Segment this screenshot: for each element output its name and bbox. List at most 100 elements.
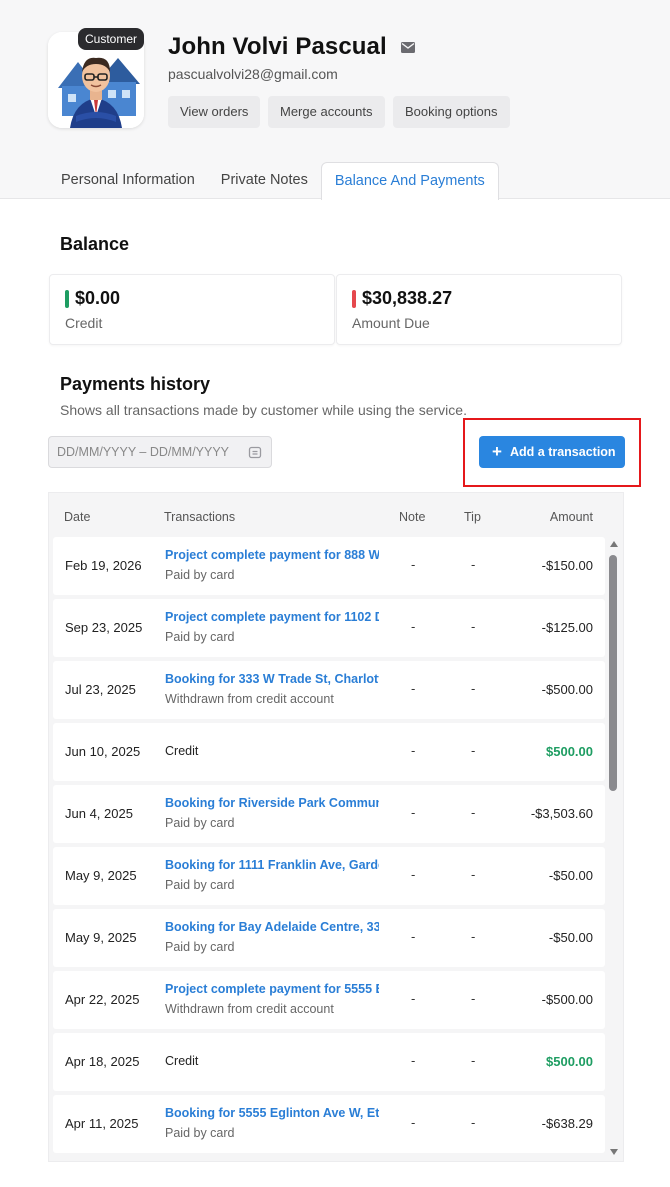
transaction-link[interactable]: Booking for 333 W Trade St, Charlotte	[165, 672, 379, 686]
payments-history-subtitle: Shows all transactions made by customer …	[60, 402, 467, 418]
transaction-method: Paid by card	[165, 630, 235, 644]
column-amount: Amount	[549, 510, 593, 524]
row-amount: -$500.00	[541, 992, 593, 1007]
view-orders-button[interactable]: View orders	[168, 96, 261, 128]
transaction-link[interactable]: Booking for Bay Adelaide Centre, 333	[165, 920, 379, 934]
customer-badge: Customer	[78, 28, 145, 50]
table-row[interactable]: Apr 18, 2025 Credit - - $500.00	[53, 1033, 605, 1091]
row-tip: -	[471, 681, 476, 696]
payments-history-title: Payments history	[60, 374, 211, 394]
row-amount: -$50.00	[548, 868, 593, 883]
date-range-placeholder: DD/MM/YYYY – DD/MM/YYYY	[57, 445, 230, 459]
row-note: -	[411, 743, 416, 758]
credit-label: Credit	[65, 315, 103, 331]
column-date: Date	[64, 510, 91, 524]
tab-private-notes[interactable]: Private Notes	[208, 162, 321, 199]
row-amount: $500.00	[546, 744, 593, 759]
transaction-link[interactable]: Project complete payment for 5555 E	[165, 982, 379, 996]
row-amount: -$3,503.60	[530, 806, 593, 821]
amount-due-card: $30,838.27 Amount Due	[336, 274, 622, 345]
balance-title: Balance	[60, 234, 130, 254]
scroll-up-arrow-icon[interactable]	[610, 541, 618, 547]
row-amount: -$500.00	[541, 682, 593, 697]
date-range-input[interactable]: DD/MM/YYYY – DD/MM/YYYY	[48, 436, 272, 468]
transaction-title: Credit	[165, 1054, 199, 1068]
row-date: May 9, 2025	[65, 930, 137, 945]
table-row[interactable]: Jun 4, 2025 Booking for Riverside Park Co…	[53, 785, 605, 843]
row-amount: -$638.29	[541, 1116, 593, 1131]
transaction-method: Paid by card	[165, 940, 235, 954]
payments-table: Date Transactions Note Tip Amount Feb 19…	[48, 492, 624, 1162]
column-note: Note	[399, 510, 426, 524]
row-note: -	[411, 805, 416, 820]
table-row[interactable]: Feb 19, 2026 Project complete payment for…	[53, 537, 605, 595]
row-tip: -	[471, 805, 476, 820]
row-note: -	[411, 619, 416, 634]
table-scrollbar[interactable]	[607, 537, 619, 1161]
mail-icon[interactable]	[401, 42, 415, 53]
transaction-method: Paid by card	[165, 878, 235, 892]
row-tip: -	[471, 991, 476, 1006]
booking-options-button[interactable]: Booking options	[393, 96, 510, 128]
transaction-link[interactable]: Project complete payment for 888 Wc	[165, 548, 379, 562]
row-tip: -	[471, 1115, 476, 1130]
credit-indicator	[65, 290, 69, 308]
table-row[interactable]: May 9, 2025 Booking for 1111 Franklin Ave…	[53, 847, 605, 905]
profile-header: Customer John Volvi Pascual pascualvolvi…	[0, 0, 670, 200]
scroll-thumb[interactable]	[609, 555, 617, 791]
table-row[interactable]: Jun 10, 2025 Credit - - $500.00	[53, 723, 605, 781]
row-amount: -$125.00	[541, 620, 593, 635]
row-date: May 9, 2025	[65, 868, 137, 883]
table-row[interactable]: Jul 23, 2025 Booking for 333 W Trade St, …	[53, 661, 605, 719]
table-row[interactable]: Apr 11, 2025 Booking for 5555 Eglinton Av…	[53, 1095, 605, 1153]
row-tip: -	[471, 619, 476, 634]
transaction-title: Credit	[165, 744, 199, 758]
row-tip: -	[471, 557, 476, 572]
row-tip: -	[471, 1053, 476, 1068]
row-note: -	[411, 1053, 416, 1068]
row-tip: -	[471, 867, 476, 882]
customer-name: John Volvi Pascual	[168, 33, 387, 60]
row-date: Apr 11, 2025	[65, 1116, 139, 1131]
customer-email: pascualvolvi28@gmail.com	[168, 66, 338, 82]
transaction-method: Paid by card	[165, 816, 235, 830]
row-amount: -$150.00	[541, 558, 593, 573]
transaction-method: Paid by card	[165, 568, 235, 582]
row-date: Apr 18, 2025	[65, 1054, 140, 1069]
row-note: -	[411, 557, 416, 572]
transaction-link[interactable]: Booking for Riverside Park Communit	[165, 796, 379, 810]
table-row[interactable]: Sep 23, 2025 Project complete payment for…	[53, 599, 605, 657]
table-row[interactable]: May 9, 2025 Booking for Bay Adelaide Cent…	[53, 909, 605, 967]
transaction-method: Withdrawn from credit account	[165, 1002, 334, 1016]
transaction-method: Withdrawn from credit account	[165, 692, 334, 706]
credit-amount: $0.00	[75, 288, 121, 308]
transaction-link[interactable]: Project complete payment for 1102 Da	[165, 610, 379, 624]
tab-personal-information[interactable]: Personal Information	[48, 162, 208, 199]
table-row[interactable]: Apr 22, 2025 Project complete payment for…	[53, 971, 605, 1029]
row-date: Jul 23, 2025	[65, 682, 136, 697]
transaction-method: Paid by card	[165, 1126, 235, 1140]
calendar-icon[interactable]	[248, 445, 262, 459]
profile-tabs: Personal Information Private Notes Balan…	[48, 162, 499, 200]
row-date: Apr 22, 2025	[65, 992, 140, 1007]
row-amount: -$50.00	[548, 930, 593, 945]
tab-balance-and-payments[interactable]: Balance And Payments	[320, 162, 499, 200]
row-note: -	[411, 1115, 416, 1130]
transaction-link[interactable]: Booking for 1111 Franklin Ave, Garden	[165, 858, 379, 872]
row-note: -	[411, 867, 416, 882]
row-date: Jun 10, 2025	[65, 744, 141, 759]
row-tip: -	[471, 929, 476, 944]
credit-card: $0.00 Credit	[49, 274, 335, 345]
row-date: Jun 4, 2025	[65, 806, 133, 821]
row-amount: $500.00	[546, 1054, 593, 1069]
transaction-link[interactable]: Booking for 5555 Eglinton Ave W, Etol	[165, 1106, 379, 1120]
row-date: Feb 19, 2026	[65, 558, 142, 573]
scroll-down-arrow-icon[interactable]	[610, 1149, 618, 1155]
amount-due-label: Amount Due	[352, 315, 430, 331]
row-note: -	[411, 929, 416, 944]
merge-accounts-button[interactable]: Merge accounts	[268, 96, 385, 128]
row-tip: -	[471, 743, 476, 758]
amount-due-value: $30,838.27	[362, 288, 453, 308]
column-transactions: Transactions	[164, 510, 236, 524]
column-tip: Tip	[464, 510, 481, 524]
